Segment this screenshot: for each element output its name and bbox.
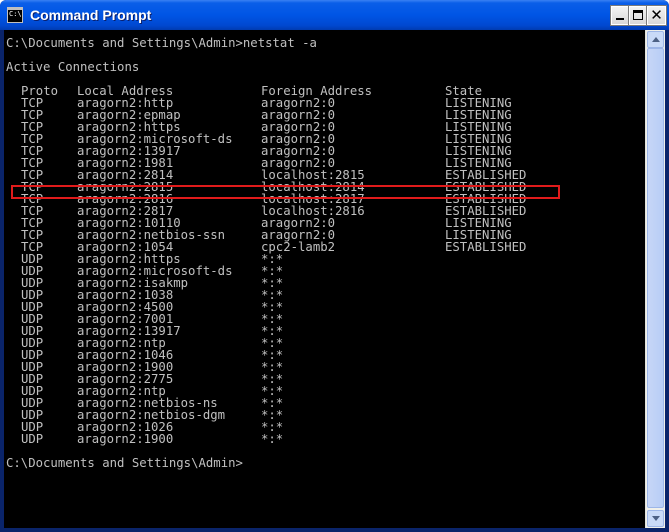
console-client-area: C:\Documents and Settings\Admin>netstat … [4,30,665,528]
cell-foreign-address: *:* [261,432,284,446]
window-title: Command Prompt [30,7,152,23]
cell-local-address: aragorn2:1900 [77,432,174,446]
maximize-icon [633,10,643,20]
scroll-down-button[interactable] [647,510,664,527]
vertical-scrollbar[interactable] [645,30,665,528]
title-bar[interactable]: C:\ Command Prompt ✕ [0,0,669,30]
maximize-button[interactable] [628,5,649,26]
command-prompt-window: C:\ Command Prompt ✕ C:\Documents and Se… [0,0,669,532]
minimize-icon [616,18,624,20]
command-line: C:\Documents and Settings\Admin>netstat … [6,36,317,50]
scroll-thumb[interactable] [647,48,664,508]
cmd-icon[interactable]: C:\ [7,7,23,23]
arrow-down-icon [652,516,660,521]
cmd-icon-text: C:\ [9,10,22,18]
scroll-up-button[interactable] [647,31,664,48]
console-output[interactable]: C:\Documents and Settings\Admin>netstat … [4,30,645,528]
arrow-up-icon [652,37,660,42]
highlight-box [11,185,560,199]
prompt-line: C:\Documents and Settings\Admin> [6,456,243,470]
section-title: Active Connections [6,60,140,74]
cell-proto: UDP [21,432,44,446]
minimize-button[interactable] [610,5,631,26]
cell-state: ESTABLISHED [445,240,527,254]
close-icon: ✕ [650,6,663,24]
close-button[interactable]: ✕ [646,5,667,26]
